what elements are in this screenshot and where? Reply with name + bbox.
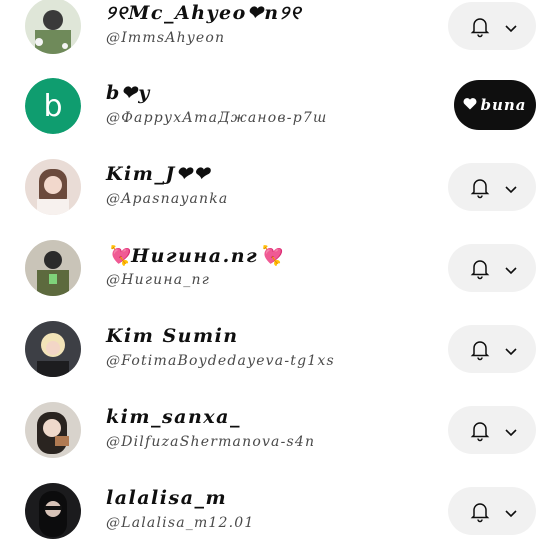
bell-icon [468,256,492,284]
channel-row[interactable]: 💘Нигина.пг💘 @Нигина_пг [0,228,560,308]
channel-avatar[interactable] [25,0,81,54]
channel-row[interactable]: kim_sanxa_ @DilfuzaShermanova-s4n [0,390,560,470]
channel-avatar[interactable] [25,321,81,377]
channel-avatar[interactable] [25,483,81,539]
avatar-letter: b [25,78,81,134]
channel-avatar[interactable]: b [25,78,81,134]
bell-icon [468,499,492,527]
channel-name[interactable]: 💘Нигина.пг💘 [106,244,283,267]
join-button[interactable]: buna [454,80,536,130]
bell-icon [468,337,492,365]
bell-icon [468,418,492,446]
channel-handle: @ImmsAhyeon [106,30,226,46]
chevron-down-icon [504,505,518,524]
channel-handle: @Apasnayanka [106,191,229,207]
channel-name[interactable]: kim_sanxa_ [106,406,241,428]
chevron-down-icon [504,262,518,281]
notification-button[interactable] [448,163,536,211]
chevron-down-icon [504,424,518,443]
notification-button[interactable] [448,2,536,50]
notification-button[interactable] [448,406,536,454]
channel-handle: @ФаррухАтаДжанов-р7ш [106,110,328,126]
chevron-down-icon [504,343,518,362]
channel-avatar[interactable] [25,240,81,296]
chevron-down-icon [504,20,518,39]
channel-handle: @FotimaBoydedayeva-tg1xs [106,353,335,369]
bell-icon [468,175,492,203]
channel-name[interactable]: Kim Sumin [106,325,239,347]
bell-icon [468,14,492,42]
channel-name[interactable]: lalalisa_m [106,487,227,509]
channel-row[interactable]: ୨୧Mc_Ahyeo❤n୨୧ @ImmsAhyeon [0,0,560,66]
notification-button[interactable] [448,244,536,292]
channel-avatar[interactable] [25,402,81,458]
heart-icon [463,96,477,114]
channel-handle: @Lalalisa_m12.01 [106,515,255,531]
channel-handle: @DilfuzaShermanova-s4n [106,434,316,450]
channel-name[interactable]: Kim_J❤❤ [106,163,211,185]
channel-row[interactable]: Kim Sumin @FotimaBoydedayeva-tg1xs [0,309,560,389]
channel-name[interactable]: b❤y [106,82,151,104]
channel-name[interactable]: ୨୧Mc_Ahyeo❤n୨୧ [106,2,302,24]
channel-handle: @Нигина_пг [106,272,210,288]
channel-avatar[interactable] [25,159,81,215]
chevron-down-icon [504,181,518,200]
notification-button[interactable] [448,487,536,535]
channel-row[interactable]: Kim_J❤❤ @Apasnayanka [0,147,560,227]
join-button-label: buna [480,96,527,114]
channel-row[interactable]: b b❤y @ФаррухАтаДжанов-р7ш buna [0,66,560,146]
channel-row[interactable]: lalalisa_m @Lalalisa_m12.01 [0,471,560,551]
notification-button[interactable] [448,325,536,373]
